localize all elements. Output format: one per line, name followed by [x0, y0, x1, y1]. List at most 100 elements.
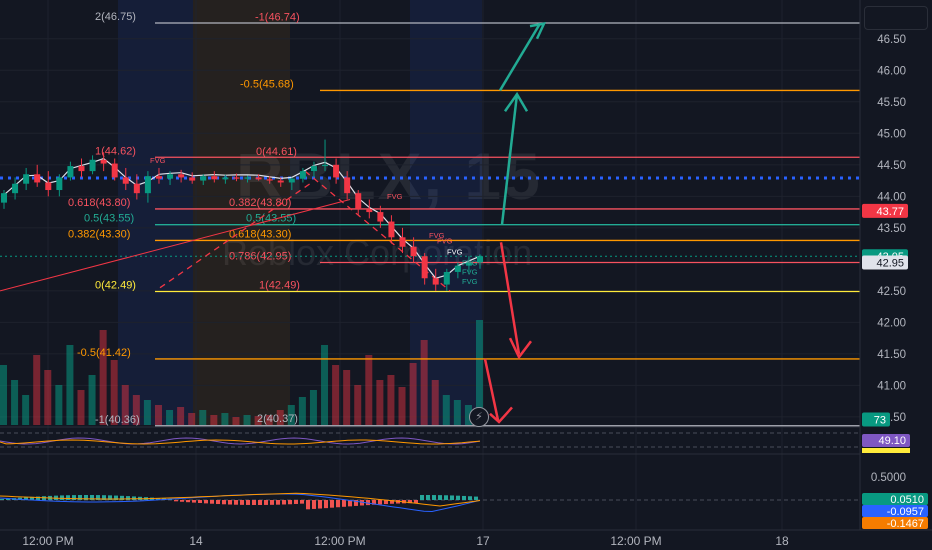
candle-body-35 — [388, 221, 395, 238]
candle-body-2 — [23, 174, 30, 184]
price-chart[interactable]: 2(46.75) -1(46.74) -0.5(45.68) 1(44.62) 0(44… — [0, 0, 932, 550]
time-label-0: 12:00 PM — [22, 534, 73, 548]
volume-bar-15 — [166, 410, 174, 425]
macd-histogram-bar-53 — [318, 500, 322, 509]
volume-bar-3 — [33, 355, 41, 425]
macd-histogram-bar-36 — [216, 500, 220, 505]
macd-histogram-bar-79 — [474, 496, 478, 500]
macd-histogram-bar-29 — [174, 500, 178, 502]
candle-body-8 — [89, 159, 96, 172]
fib-label-10: 0.618(43.30) — [229, 228, 291, 240]
candle-body-43 — [477, 256, 483, 263]
fib-label-13: 1(42.49) — [259, 280, 300, 292]
macd-histogram-bar-22 — [132, 496, 136, 500]
macd-histogram-bar-39 — [234, 500, 238, 505]
macd-histogram-bar-46 — [276, 500, 280, 505]
price-axis[interactable]: 46.50 46.00 45.50 45.00 44.50 44.00 43.50 42.50… — [859, 0, 932, 530]
fib-label-7: 0.5(43.55) — [84, 213, 134, 225]
price-tick-5: 44.00 — [877, 191, 906, 203]
volume-bar-32 — [354, 385, 362, 425]
fvg-label-4: FVG — [447, 247, 463, 256]
volume-bar-5 — [55, 385, 63, 425]
macd-histogram-bar-73 — [438, 495, 442, 500]
candle-body-15 — [167, 174, 174, 179]
macd-histogram-bar-57 — [342, 500, 346, 507]
lightning-icon[interactable]: ⚡ — [469, 407, 489, 427]
candle-body-7 — [78, 166, 85, 172]
candle-body-13 — [144, 176, 151, 194]
time-axis[interactable]: 12:00 PM 14 12:00 PM 17 12:00 PM 18 — [0, 529, 932, 550]
macd-histogram-bar-69 — [414, 500, 418, 504]
candle-body-30 — [333, 164, 340, 178]
time-label-1: 14 — [189, 534, 203, 548]
volume-bar-34 — [376, 380, 384, 425]
price-badge-text-0: 43.77 — [876, 206, 904, 218]
candle-body-24 — [266, 179, 273, 181]
fvg-label-0: FVG — [150, 156, 166, 165]
candle-body-14 — [155, 176, 162, 179]
volume-bar-0 — [0, 365, 7, 425]
candle-body-39 — [432, 278, 439, 285]
candle-body-40 — [443, 271, 450, 285]
macd-histogram-bar-45 — [270, 500, 274, 505]
macd-histogram-bar-72 — [432, 495, 436, 500]
volume-bar-40 — [442, 395, 450, 425]
price-tick-3: 45.00 — [877, 128, 906, 140]
macd-histogram-bar-11 — [66, 495, 70, 500]
price-tick-1: 46.00 — [877, 65, 906, 77]
price-tick-8: 42.00 — [877, 317, 906, 329]
volume-bar-36 — [398, 387, 406, 425]
time-label-3: 17 — [476, 534, 490, 548]
macd-histogram-bar-77 — [462, 495, 466, 500]
fvg-label-6: FVG — [462, 267, 478, 276]
macd-histogram-bar-40 — [240, 500, 244, 505]
price-tick-10: 41.00 — [877, 380, 906, 392]
volume-bar-6 — [66, 345, 74, 425]
fib-label-9: 0.382(43.30) — [68, 228, 130, 240]
rsi-signal-line — [0, 439, 481, 445]
volume-bar-30 — [332, 365, 340, 425]
candle-body-9 — [100, 159, 107, 164]
fib-label-2: -0.5(45.68) — [240, 78, 294, 90]
volume-bar-18 — [199, 410, 207, 425]
candle-body-19 — [211, 176, 218, 180]
green-arrow-2 — [498, 22, 542, 92]
candle-body-37 — [410, 246, 417, 257]
candle-body-22 — [244, 177, 251, 179]
candle-body-28 — [310, 166, 317, 172]
volume-bar-28 — [309, 390, 317, 425]
fvg-label-5: FVG — [462, 259, 478, 268]
macd-histogram-bar-41 — [246, 500, 250, 505]
volume-bar-16 — [177, 407, 185, 425]
volume-bar-1 — [11, 380, 19, 425]
candle-body-26 — [288, 178, 295, 183]
price-badge-text-2: 42.95 — [876, 258, 904, 270]
candle-body-11 — [122, 177, 129, 184]
candle-body-29 — [322, 164, 329, 167]
macd-tick: 0.5000 — [871, 472, 906, 484]
macd-histogram-bar-49 — [294, 500, 298, 504]
candle-body-25 — [277, 180, 284, 183]
scale-settings-box[interactable] — [864, 6, 928, 30]
macd-histogram-bar-12 — [72, 495, 76, 500]
volume-bar-35 — [387, 375, 395, 425]
candle-body-41 — [454, 265, 461, 272]
red-arrow-2-head — [489, 406, 513, 424]
macd-histogram-bar-56 — [336, 500, 340, 508]
candle-body-18 — [200, 176, 207, 181]
red-arrow-1 — [499, 242, 521, 355]
fib-label-4: 0(44.61) — [256, 146, 297, 158]
fvg-label-7: FVG — [462, 277, 478, 286]
macd-histogram-bar-33 — [198, 500, 202, 504]
macd-histogram-bar-51 — [306, 500, 310, 510]
candle-body-20 — [222, 177, 229, 180]
volume-bar-7 — [77, 390, 85, 425]
candle-body-16 — [178, 174, 185, 178]
volume-bar-31 — [343, 370, 351, 425]
macd-histogram-bar-63 — [378, 500, 382, 505]
candle-body-4 — [45, 182, 52, 191]
candle-body-0 — [1, 193, 7, 203]
macd-histogram-bar-78 — [468, 496, 472, 500]
macd-histogram-bar-76 — [456, 495, 460, 500]
fib-label-12: 0(42.49) — [95, 280, 136, 292]
